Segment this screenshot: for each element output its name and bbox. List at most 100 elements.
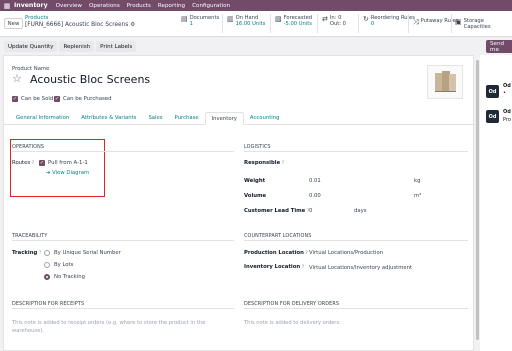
form-tabs: General Information Attributes & Variant… xyxy=(4,112,475,125)
breadcrumb-products-link[interactable]: Products xyxy=(25,15,135,22)
chatter-author: Od xyxy=(503,109,511,115)
gear-icon[interactable]: ⚙ xyxy=(130,22,135,28)
stat-divider xyxy=(408,14,409,33)
stat-documents[interactable]: ▤ Documents 1 xyxy=(181,15,219,31)
chatter-author: Od xyxy=(503,83,511,89)
volume-label: Volume xyxy=(244,193,267,199)
production-location-field[interactable]: Virtual Locations/Production xyxy=(309,250,383,256)
reorder-icon: ↻ xyxy=(363,15,369,23)
breadcrumb: Products [FURN_6666] Acoustic Bloc Scree… xyxy=(25,15,135,28)
lead-time-unit: days xyxy=(354,208,367,214)
action-buttons: Update Quantity Replenish Print Labels xyxy=(4,41,137,52)
stat-storage-capacities[interactable]: ▣ Storage Capacities xyxy=(455,18,512,34)
radio-no-tracking[interactable] xyxy=(44,274,50,280)
menu-products[interactable]: Products xyxy=(127,3,151,9)
volume-unit: m³ xyxy=(414,193,422,199)
tab-general-information[interactable]: General Information xyxy=(10,112,75,125)
weight-field[interactable]: 0.01 xyxy=(309,178,321,184)
operations-heading: OPERATIONS xyxy=(12,144,45,150)
receipts-description-field[interactable]: This note is added to receipt orders (e.… xyxy=(12,319,227,335)
receipts-heading: DESCRIPTION FOR RECEIPTS xyxy=(12,301,85,307)
stat-on-hand[interactable]: ▥ On Hand 16.00 Units xyxy=(227,15,265,31)
top-navbar: ▦ Inventory Overview Operations Products… xyxy=(0,0,512,11)
inventory-location-field[interactable]: Virtual Locations/Inventory adjustment xyxy=(309,265,412,271)
counterpart-heading: COUNTERPART LOCATIONS xyxy=(244,233,312,239)
production-location-label: Production Location ? xyxy=(244,250,308,256)
send-message-button[interactable]: Send me xyxy=(486,40,512,53)
divider xyxy=(244,308,468,309)
in-out-icon: ⇄ xyxy=(322,15,328,23)
menu-operations[interactable]: Operations xyxy=(89,3,120,9)
chatter-panel xyxy=(480,55,512,351)
stat-divider xyxy=(317,14,318,33)
view-diagram-link[interactable]: ➔ View Diagram xyxy=(46,170,89,176)
logistics-heading: LOGISTICS xyxy=(244,144,271,150)
stat-in-out[interactable]: ⇄ In: 0 Out: 0 xyxy=(322,15,346,31)
delivery-description-field[interactable]: This note is added to delivery orders. xyxy=(244,319,464,327)
weight-label: Weight xyxy=(244,178,266,184)
tab-sales[interactable]: Sales xyxy=(142,112,168,125)
control-panel: New Products [FURN_6666] Acoustic Bloc S… xyxy=(0,11,512,37)
scrollbar-thumb[interactable] xyxy=(476,60,479,340)
documents-icon: ▤ xyxy=(181,15,188,23)
tab-inventory[interactable]: Inventory xyxy=(204,112,244,125)
update-quantity-button[interactable]: Update Quantity xyxy=(4,41,58,52)
new-button[interactable]: New xyxy=(4,18,23,29)
avatar[interactable]: Od xyxy=(486,85,499,98)
stat-divider xyxy=(451,14,452,33)
radio-by-lots-label: By Lots xyxy=(54,262,74,268)
menu-reporting[interactable]: Reporting xyxy=(158,3,185,9)
radio-serial-number-label: By Unique Serial Number xyxy=(54,250,121,256)
volume-field[interactable]: 0.00 xyxy=(309,193,321,199)
tab-attributes-variants[interactable]: Attributes & Variants xyxy=(75,112,142,125)
product-image[interactable] xyxy=(427,65,463,99)
checkbox-checked-icon: ✓ xyxy=(12,96,18,102)
on-hand-icon: ▥ xyxy=(227,15,234,23)
storage-icon: ▣ xyxy=(455,18,462,26)
stat-forecasted[interactable]: ▧ Forecasted -5.00 Units xyxy=(275,15,312,31)
putaway-icon: ⤨ xyxy=(413,18,419,26)
tab-accounting[interactable]: Accounting xyxy=(244,112,286,125)
menu-configuration[interactable]: Configuration xyxy=(192,3,230,9)
can-be-purchased-checkbox[interactable]: ✓ Can be Purchased xyxy=(54,96,112,102)
divider xyxy=(244,240,468,241)
weight-unit: kg xyxy=(414,178,421,184)
stat-divider xyxy=(358,14,359,33)
divider xyxy=(244,151,468,152)
traceability-heading: TRACEABILITY xyxy=(12,233,48,239)
lead-time-field[interactable]: 0 xyxy=(309,208,312,214)
tab-purchase[interactable]: Purchase xyxy=(169,112,205,125)
checkbox-checked-icon: ✓ xyxy=(54,96,60,102)
print-labels-button[interactable]: Print Labels xyxy=(96,41,137,52)
acoustic-screen-image xyxy=(435,71,456,92)
radio-no-tracking-label: No Tracking xyxy=(54,274,85,280)
star-icon[interactable]: ☆ xyxy=(12,72,22,85)
divider xyxy=(12,151,234,152)
inventory-location-label: Inventory Location ? xyxy=(244,264,304,270)
product-name-field[interactable]: Acoustic Bloc Screens xyxy=(30,73,150,86)
chatter-dot: • xyxy=(503,90,506,96)
apps-menu-icon[interactable]: ▦ xyxy=(0,0,14,11)
breadcrumb-current: [FURN_6666] Acoustic Bloc Screens xyxy=(25,21,129,28)
forecast-icon: ▧ xyxy=(275,15,282,23)
divider xyxy=(12,308,234,309)
tracking-label: Tracking ? xyxy=(12,250,42,256)
stat-divider xyxy=(270,14,271,33)
form-sheet: Product Name ☆ Acoustic Bloc Screens ✓ C… xyxy=(3,55,475,351)
delivery-heading: DESCRIPTION FOR DELIVERY ORDERS xyxy=(244,301,340,307)
radio-serial-number[interactable] xyxy=(44,250,50,256)
checkbox-checked-icon: ✓ xyxy=(39,160,45,166)
responsible-label: Responsible ? xyxy=(244,160,285,166)
stat-divider xyxy=(222,14,223,33)
menu-overview[interactable]: Overview xyxy=(56,3,82,9)
avatar[interactable]: Od xyxy=(486,110,499,123)
routes-label: Routes ? xyxy=(12,160,34,166)
lead-time-label: Customer Lead Time ? xyxy=(244,208,310,214)
route-pull-checkbox[interactable]: ✓ Pull from A-1-1 xyxy=(39,160,88,166)
replenish-button[interactable]: Replenish xyxy=(59,41,95,52)
divider xyxy=(12,240,234,241)
can-be-sold-checkbox[interactable]: ✓ Can be Sold xyxy=(12,96,53,102)
radio-by-lots[interactable] xyxy=(44,262,50,268)
app-name[interactable]: Inventory xyxy=(14,2,48,9)
chatter-message-preview: Pro xyxy=(503,117,511,123)
